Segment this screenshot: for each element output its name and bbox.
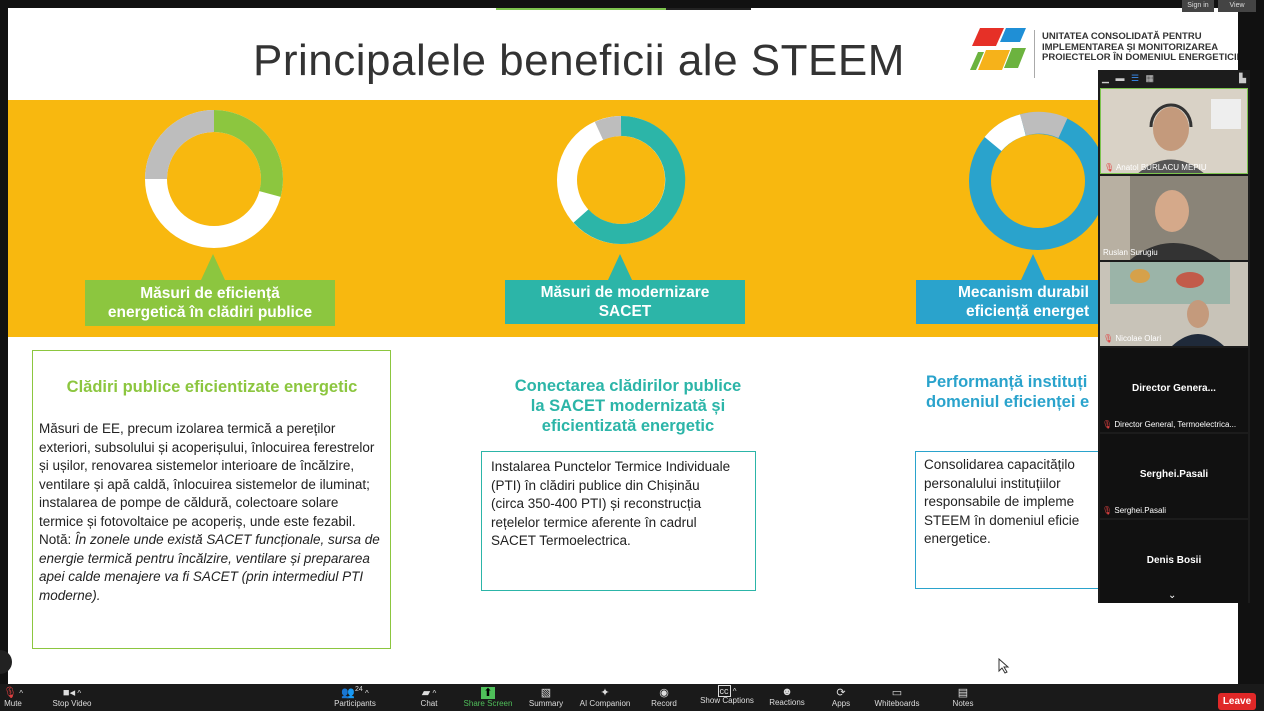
whiteboards-button[interactable]: ▭ Whiteboards — [862, 686, 932, 708]
logo-line-3: PROIECTELOR ÎN DOMENIUL ENERGETICII — [1042, 52, 1238, 63]
minimize-icon[interactable]: ▁ — [1102, 73, 1109, 83]
participant-display-6: Denis Bosii — [1146, 555, 1202, 566]
body-text-1: Măsuri de EE, precum izolarea termică a … — [39, 421, 380, 603]
donut-chart-2 — [557, 115, 686, 244]
exit-panel-icon[interactable]: ▙ — [1239, 73, 1246, 84]
logo-icon — [970, 28, 1026, 70]
heading-2: Conectarea clădirilor publice la SACET mo… — [514, 377, 742, 435]
notes-button[interactable]: ▤ Notes — [928, 686, 998, 708]
donut-chart-3 — [969, 111, 1107, 250]
participant-name-3: 🎙 Nicolae Olari — [1103, 334, 1162, 343]
muted-mic-icon: 🎙 — [1103, 334, 1114, 343]
logo-line-1: UNITATEA CONSOLIDATĂ PENTRU — [1042, 31, 1202, 42]
pill-pointer-2 — [608, 254, 632, 280]
summary-icon: ▧ — [540, 687, 552, 699]
muted-mic-icon: 🎙 — [1102, 506, 1113, 515]
reactions-icon: ☻ — [781, 686, 793, 698]
pill-2: Măsuri de modernizare SACET — [505, 280, 745, 324]
whiteboard-icon: ▭ — [891, 687, 903, 699]
muted-mic-icon: 🎙 — [1104, 163, 1115, 172]
mouse-cursor-icon — [998, 658, 1010, 674]
ai-sparkle-icon: ✦ — [600, 687, 610, 699]
record-button[interactable]: ◉ Record — [629, 686, 699, 708]
speaker-view-icon[interactable]: ☰ — [1131, 73, 1139, 83]
panel-header: ▁ ▬ ☰ ▦ ▙ — [1102, 73, 1248, 85]
share-screen-icon: ⬆ — [481, 687, 495, 699]
video-camera-icon: ■◂ — [62, 687, 76, 699]
slide-top-accent — [496, 8, 751, 10]
person-video — [1101, 89, 1247, 173]
view-button[interactable]: View — [1218, 0, 1256, 12]
apps-icon: ⟳ — [836, 687, 846, 699]
body-text-2: Instalarea Punctelor Termice Individuale… — [491, 459, 731, 548]
participant-name-5: 🎙 Serghei.Pasali — [1102, 506, 1166, 515]
pill-pointer-3 — [1021, 254, 1045, 280]
grid-view-icon[interactable]: ▦ — [1146, 73, 1155, 83]
leave-button[interactable]: Leave — [1218, 693, 1256, 710]
participants-button[interactable]: 👥24 ^ Participants — [320, 686, 390, 708]
logo-divider — [1034, 30, 1035, 78]
record-icon: ◉ — [659, 687, 669, 699]
sign-in-button[interactable]: Sign in — [1182, 0, 1214, 12]
muted-mic-icon: 🎙 — [1102, 420, 1113, 429]
pill-1: Măsuri de eficiență energetică în clădiri… — [85, 280, 335, 326]
chat-icon: ▰ — [421, 687, 431, 699]
donut-chart-1 — [145, 110, 283, 248]
participant-name-4: 🎙 Director General, Termoelectrica... — [1102, 420, 1237, 429]
body-text-3: Consolidarea capacitățilo personalului i… — [924, 457, 1080, 546]
notes-icon: ▤ — [957, 687, 969, 699]
chevron-down-icon[interactable]: ⌄ — [1168, 590, 1176, 601]
heading-3: Performanță instituți domeniul eficienței… — [926, 373, 1090, 411]
heading-1: Clădiri publice eficientizate energetic — [66, 378, 358, 396]
video-tile-2[interactable]: Ruslan Surugiu — [1100, 176, 1248, 260]
participant-name-2: Ruslan Surugiu — [1103, 248, 1158, 257]
participant-name-1: 🎙 Anatol BURLACU MEPIU — [1104, 163, 1207, 172]
shared-screen-slide: Principalele beneficii ale STEEM UNITATE… — [8, 8, 1238, 684]
stop-video-button[interactable]: ■◂ ^ Stop Video — [37, 686, 107, 708]
participant-display-4: Director Genera... — [1132, 383, 1216, 394]
participants-icon: 👥 — [341, 687, 355, 699]
slide-title: Principalele beneficii ale STEEM — [253, 36, 905, 85]
restore-icon[interactable]: ▬ — [1115, 73, 1124, 83]
muted-mic-icon: 🎙 — [3, 687, 17, 699]
video-tile-1[interactable]: 🎙 Anatol BURLACU MEPIU — [1100, 88, 1248, 174]
video-tile-3[interactable]: 🎙 Nicolae Olari — [1100, 262, 1248, 346]
participant-display-5: Serghei.Pasali — [1139, 469, 1209, 480]
logo-text: UNITATEA CONSOLIDATĂ PENTRU IMPLEMENTARE… — [1042, 31, 1238, 64]
pill-pointer-1 — [201, 254, 225, 280]
